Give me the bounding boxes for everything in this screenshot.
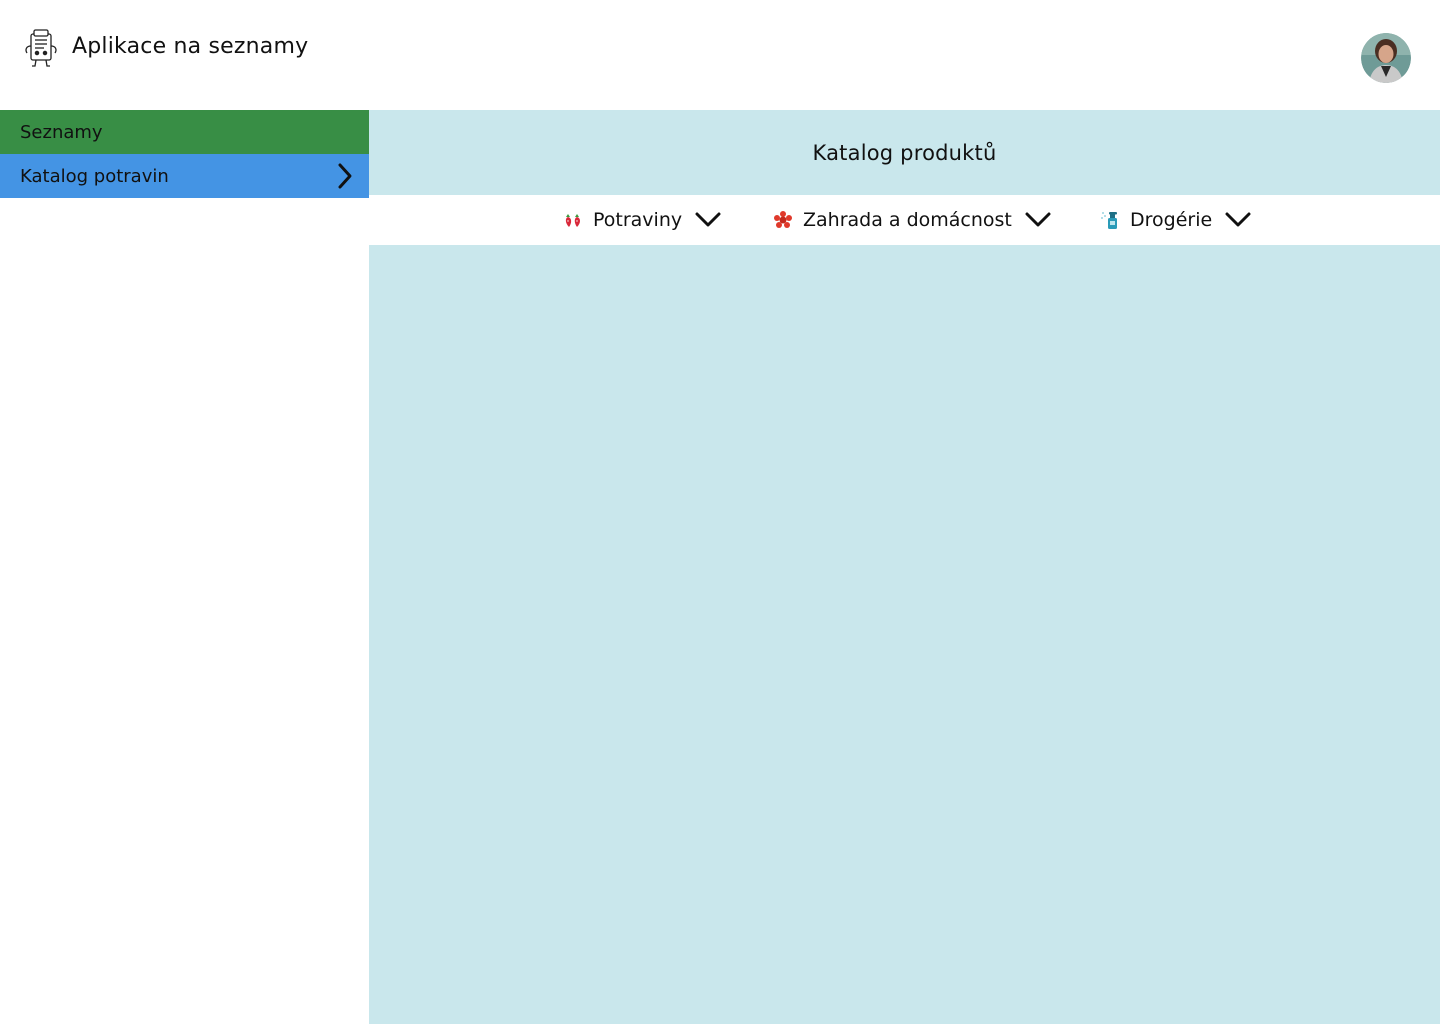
sidebar-item-seznamy[interactable]: Seznamy [0,110,369,154]
app-header: Aplikace na seznamy [0,0,1440,110]
category-label: Zahrada a domácnost [803,209,1012,231]
category-bar: Potraviny Zahrada a domácnost Drogérie [369,195,1440,245]
sidebar-item-katalog-potravin[interactable]: Katalog potravin [0,154,369,198]
category-label: Potraviny [593,209,683,231]
chevron-right-icon [335,162,355,190]
category-dropdown-potraviny[interactable]: Potraviny [563,195,721,245]
main-panel: Katalog produktů Potraviny Zahrada a dom… [369,110,1440,1024]
sidebar-item-label: Katalog potravin [20,165,169,187]
chevron-down-icon [1225,212,1251,228]
shopping-list-robot-icon [22,28,60,68]
app-root: Aplikace na seznamy Seznamy Katalog potr… [0,0,1440,1024]
sidebar: Seznamy Katalog potravin [0,110,369,1024]
sidebar-item-label: Seznamy [20,121,103,143]
chevron-down-icon [695,212,721,228]
catalog-content-area [369,245,1440,1024]
strawberries-icon [563,210,583,230]
page-title: Katalog produktů [812,140,997,165]
app-title: Aplikace na seznamy [72,34,309,59]
page-title-bar: Katalog produktů [369,110,1440,195]
user-avatar[interactable] [1361,33,1411,83]
category-label: Drogérie [1130,209,1213,231]
spray-bottle-icon [1100,210,1120,230]
category-dropdown-drogerie[interactable]: Drogérie [1100,195,1251,245]
chevron-down-icon [1025,212,1051,228]
red-flower-icon [773,210,793,230]
category-dropdown-zahrada-a-domacnost[interactable]: Zahrada a domácnost [773,195,1051,245]
